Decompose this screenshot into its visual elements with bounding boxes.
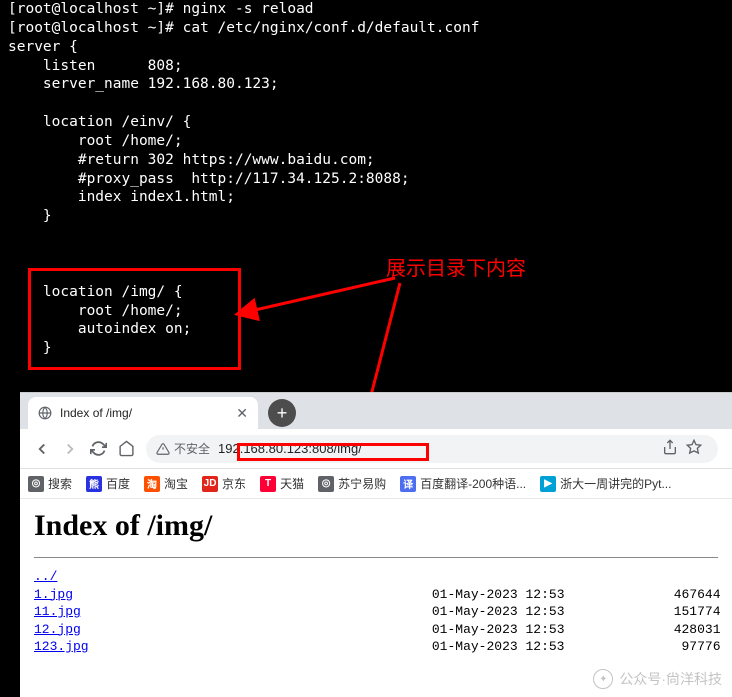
bookmark-label: 淘宝 xyxy=(164,475,188,492)
page-content: Index of /img/ ../ 1.jpg 01-May-2023 12:… xyxy=(20,499,732,666)
bookmark-label: 天猫 xyxy=(280,475,304,492)
file-link[interactable]: 12.jpg xyxy=(34,622,81,637)
address-bar[interactable]: 不安全 192.168.80.123:808/img/ xyxy=(146,435,718,463)
back-button[interactable] xyxy=(28,435,56,463)
bookmark-item[interactable]: 淘淘宝 xyxy=(144,475,188,492)
divider xyxy=(34,557,718,558)
bookmark-item[interactable]: ◎搜索 xyxy=(28,475,72,492)
bookmark-icon: JD xyxy=(202,476,218,492)
close-icon[interactable]: ✕ xyxy=(236,405,248,422)
watermark-text: 公众号·尙洋科技 xyxy=(619,669,722,689)
bookmark-label: 京东 xyxy=(222,475,246,492)
bookmark-item[interactable]: JD京东 xyxy=(202,475,246,492)
bookmark-icon: 译 xyxy=(400,476,416,492)
file-link[interactable]: 1.jpg xyxy=(34,587,73,602)
highlight-box-config xyxy=(28,268,241,370)
parent-link[interactable]: ../ xyxy=(34,569,57,584)
forward-button[interactable] xyxy=(56,435,84,463)
bookmark-label: 浙大一周讲完的Pyt... xyxy=(560,475,671,492)
bookmark-icon: 淘 xyxy=(144,476,160,492)
highlight-box-url xyxy=(237,443,429,461)
directory-listing: ../ 1.jpg 01-May-2023 12:53 467644 11.jp… xyxy=(34,568,718,656)
bookmark-label: 百度 xyxy=(106,475,130,492)
bookmark-item[interactable]: ◎苏宁易购 xyxy=(318,475,386,492)
bookmark-bar: ◎搜索熊百度淘淘宝JD京东T天猫◎苏宁易购译百度翻译-200种语...▶浙大一周… xyxy=(20,469,732,499)
bookmark-icon: ◎ xyxy=(318,476,334,492)
page-heading: Index of /img/ xyxy=(34,509,718,543)
star-icon[interactable] xyxy=(686,439,702,458)
new-tab-button[interactable]: + xyxy=(268,399,296,427)
share-icon[interactable] xyxy=(662,439,678,458)
home-button[interactable] xyxy=(112,435,140,463)
browser-window: Index of /img/ ✕ + 不安全 192.168.80.123:80… xyxy=(20,392,732,697)
bookmark-icon: 熊 xyxy=(86,476,102,492)
insecure-badge: 不安全 xyxy=(156,440,210,457)
bookmark-label: 搜索 xyxy=(48,475,72,492)
file-link[interactable]: 11.jpg xyxy=(34,604,81,619)
wechat-icon: ✦ xyxy=(593,669,613,689)
watermark: ✦ 公众号·尙洋科技 xyxy=(593,669,722,689)
tab-title: Index of /img/ xyxy=(60,406,230,420)
bookmark-icon: ▶ xyxy=(540,476,556,492)
bookmark-icon: T xyxy=(260,476,276,492)
reload-button[interactable] xyxy=(84,435,112,463)
bookmark-icon: ◎ xyxy=(28,476,44,492)
bookmark-label: 苏宁易购 xyxy=(338,475,386,492)
bookmark-item[interactable]: 译百度翻译-200种语... xyxy=(400,475,526,492)
file-link[interactable]: 123.jpg xyxy=(34,639,89,654)
insecure-label: 不安全 xyxy=(174,440,210,457)
tab-strip: Index of /img/ ✕ + xyxy=(20,393,732,429)
bookmark-label: 百度翻译-200种语... xyxy=(420,475,526,492)
annotation-label: 展示目录下内容 xyxy=(386,252,526,281)
bookmark-item[interactable]: ▶浙大一周讲完的Pyt... xyxy=(540,475,671,492)
bookmark-item[interactable]: T天猫 xyxy=(260,475,304,492)
browser-tab[interactable]: Index of /img/ ✕ xyxy=(28,397,258,429)
bookmark-item[interactable]: 熊百度 xyxy=(86,475,130,492)
globe-icon xyxy=(38,406,52,420)
